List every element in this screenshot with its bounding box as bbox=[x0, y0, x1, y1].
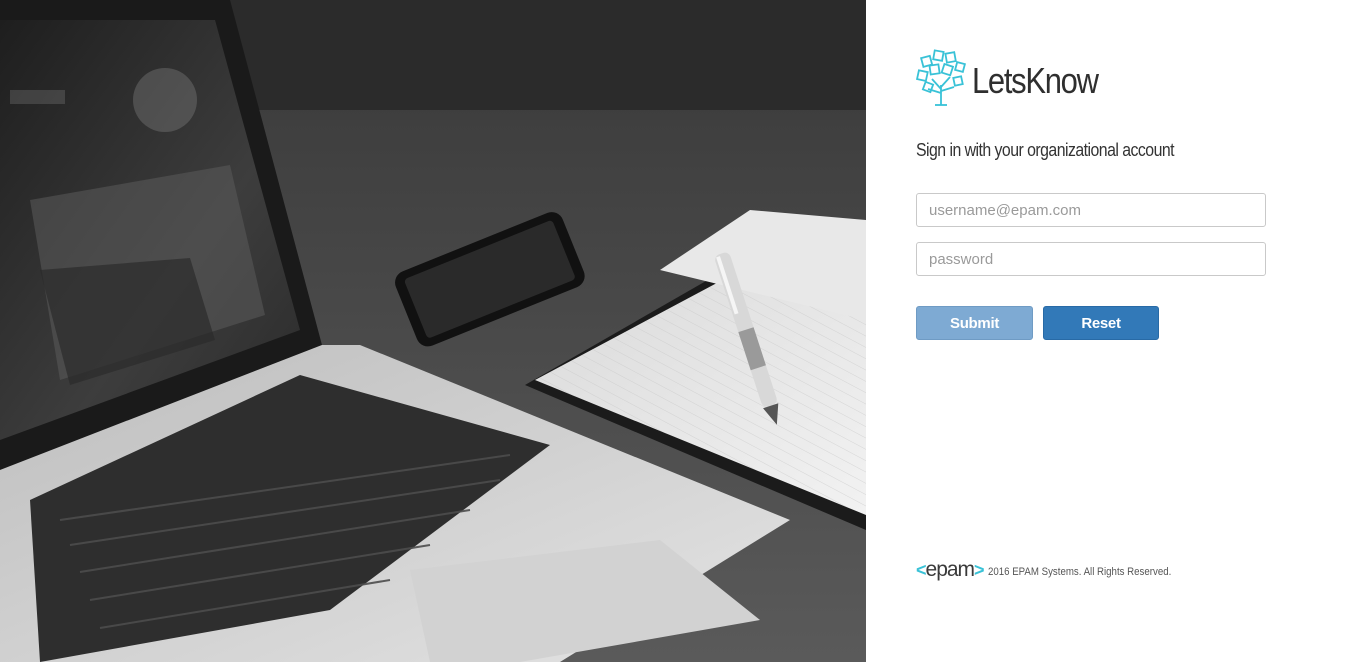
hero-illustration bbox=[0, 0, 866, 662]
epam-bracket-right-icon: > bbox=[974, 559, 984, 580]
login-page: LetsKnow Sign in with your organizationa… bbox=[0, 0, 1366, 662]
copyright-text: 2016 EPAM Systems. All Rights Reserved. bbox=[987, 566, 1171, 578]
password-input[interactable] bbox=[916, 242, 1266, 276]
reset-button[interactable]: Reset bbox=[1043, 306, 1159, 340]
username-input[interactable] bbox=[916, 193, 1266, 227]
tree-icon bbox=[916, 49, 966, 106]
submit-button[interactable]: Submit bbox=[916, 306, 1033, 340]
hero-photo bbox=[0, 0, 866, 662]
brand-header: LetsKnow bbox=[916, 48, 1118, 108]
footer: < epam > 2016 EPAM Systems. All Rights R… bbox=[916, 558, 1196, 582]
sign-in-panel: LetsKnow Sign in with your organizationa… bbox=[866, 0, 1366, 662]
epam-bracket-left-icon: < bbox=[916, 559, 926, 580]
sign-in-subtitle: Sign in with your organizational account bbox=[916, 140, 1175, 160]
epam-logo: < epam > bbox=[916, 558, 985, 582]
brand-name: LetsKnow bbox=[972, 60, 1099, 101]
epam-logo-text: epam bbox=[925, 558, 976, 581]
